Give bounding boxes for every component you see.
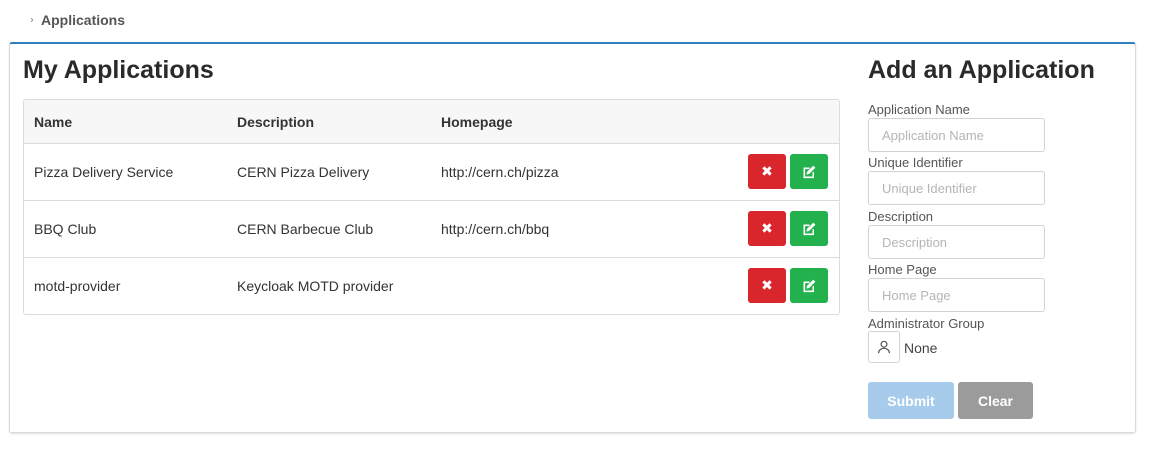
application-name-label: Application Name [868,102,970,117]
times-icon: ✖ [761,163,773,180]
unique-identifier-input[interactable] [868,171,1045,205]
administrator-group-value: None [904,340,938,356]
app-name: Pizza Delivery Service [34,164,174,180]
app-name: BBQ Club [34,221,97,237]
select-group-button[interactable] [868,331,900,363]
times-icon: ✖ [761,277,773,294]
times-icon: ✖ [761,220,773,237]
user-icon [878,340,890,354]
table-row: BBQ Club CERN Barbecue Club http://cern.… [24,201,839,258]
app-description: CERN Barbecue Club [237,221,374,237]
table-row: motd-provider Keycloak MOTD provider ✖ [24,258,839,314]
table-header: Name Description Homepage [24,100,839,144]
applications-panel: My Applications Name Description Homepag… [9,42,1136,433]
home-page-input[interactable] [868,278,1045,312]
edit-icon [803,279,816,292]
description-label: Description [868,209,934,224]
column-header-description: Description [237,114,315,130]
app-homepage: http://cern.ch/bbq [441,221,550,237]
add-application-title: Add an Application [868,56,1095,84]
home-page-label: Home Page [868,262,937,277]
my-applications-title: My Applications [23,56,214,84]
description-input[interactable] [868,225,1045,259]
app-description: Keycloak MOTD provider [237,278,394,294]
delete-button[interactable]: ✖ [748,268,786,303]
edit-icon [803,165,816,178]
breadcrumb-current[interactable]: Applications [41,12,125,28]
edit-button[interactable] [790,154,828,189]
delete-button[interactable]: ✖ [748,211,786,246]
breadcrumb: › Applications [30,11,125,29]
column-header-homepage: Homepage [441,114,513,130]
app-description: CERN Pizza Delivery [237,164,370,180]
app-homepage: http://cern.ch/pizza [441,164,559,180]
administrator-group-label: Administrator Group [868,316,985,331]
table-row: Pizza Delivery Service CERN Pizza Delive… [24,144,839,201]
app-name: motd-provider [34,278,121,294]
edit-icon [803,222,816,235]
applications-table: Name Description Homepage Pizza Delivery… [23,99,840,315]
application-name-input[interactable] [868,118,1045,152]
unique-identifier-label: Unique Identifier [868,155,963,170]
chevron-right-icon: › [30,14,34,26]
column-header-name: Name [34,114,73,130]
edit-button[interactable] [790,268,828,303]
submit-button[interactable]: Submit [868,382,954,419]
clear-button[interactable]: Clear [958,382,1033,419]
delete-button[interactable]: ✖ [748,154,786,189]
edit-button[interactable] [790,211,828,246]
